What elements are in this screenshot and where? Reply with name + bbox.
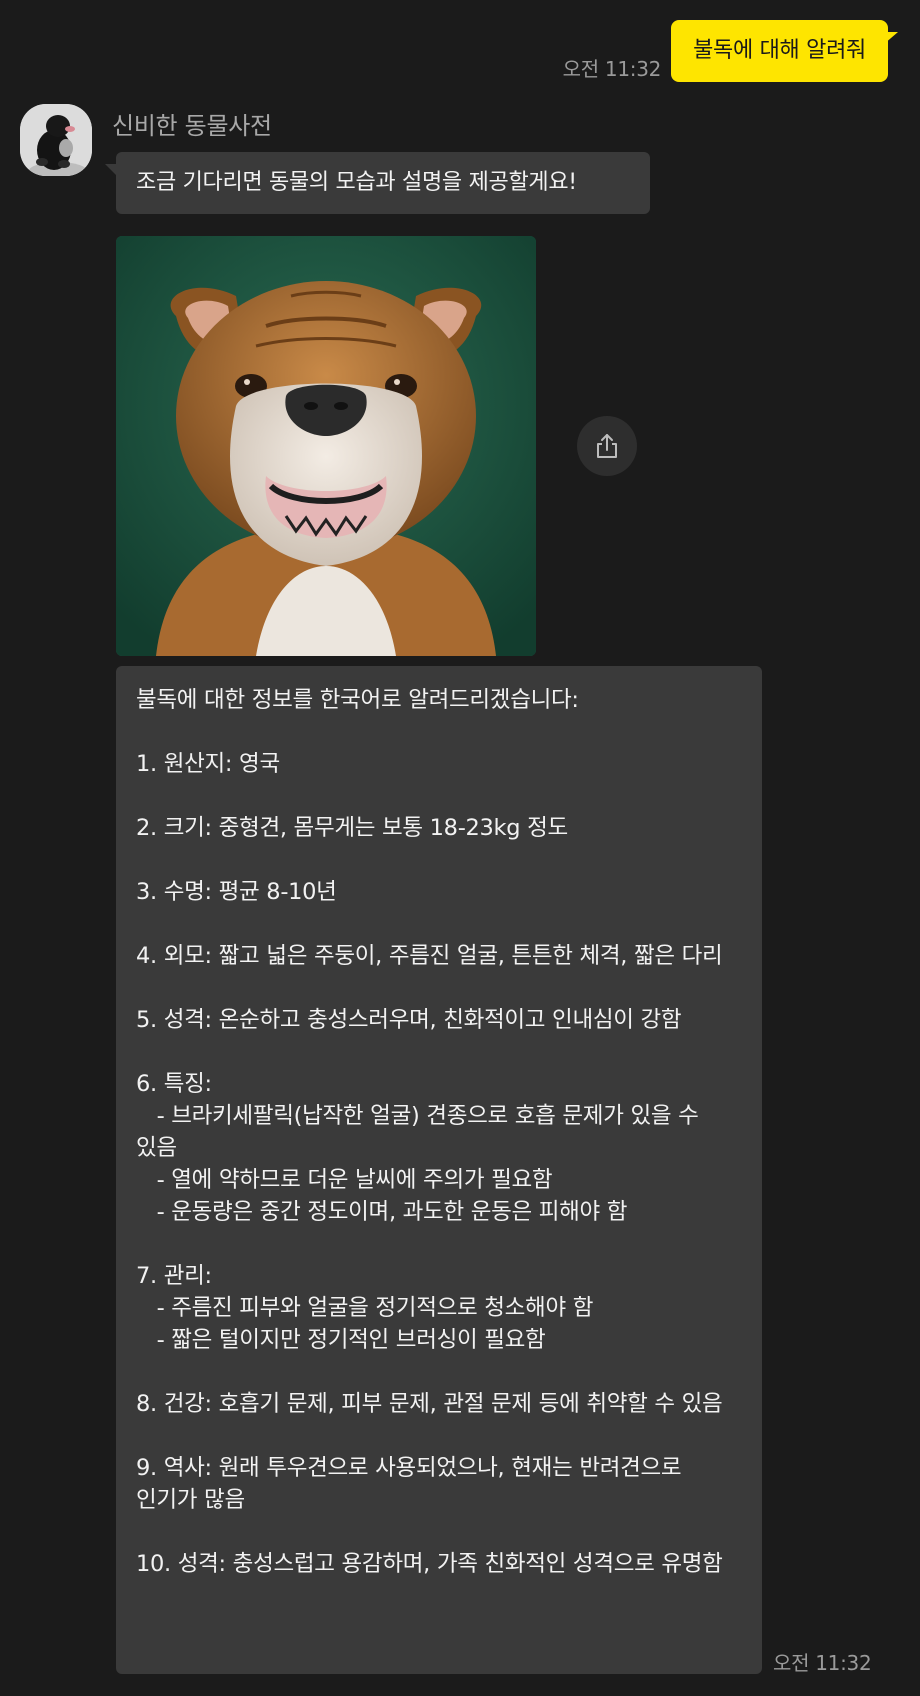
outgoing-timestamp: 오전 11:32: [562, 57, 662, 81]
share-icon: [597, 434, 617, 458]
info-line: - 운동량은 중간 정도이며, 과도한 운동은 피해야 함: [136, 1199, 628, 1225]
mole-avatar-icon[interactable]: [20, 104, 92, 176]
info-line: 8. 건강: 호흡기 문제, 피부 문제, 관절 문제 등에 취약할 수 있음: [136, 1391, 723, 1417]
info-line: - 주름진 피부와 얼굴을 정기적으로 청소해야 함: [136, 1295, 594, 1321]
info-line: 2. 크기: 중형견, 몸무게는 보통 18-23kg 정도: [136, 815, 568, 841]
info-line: - 열에 약하므로 더운 날씨에 주의가 필요함: [136, 1167, 553, 1193]
share-button[interactable]: [577, 416, 637, 476]
info-line: 10. 성격: 충성스럽고 용감하며, 가족 친화적인 성격으로 유명함: [136, 1551, 723, 1577]
outgoing-message-row: 오전 11:32 불독에 대해 알려줘: [562, 20, 898, 82]
info-line: 불독에 대한 정보를 한국어로 알려드리겠습니다:: [136, 687, 579, 713]
info-line: - 짧은 털이지만 정기적인 브러싱이 필요함: [136, 1327, 546, 1353]
outgoing-message-bubble[interactable]: 불독에 대해 알려줘: [671, 20, 898, 82]
incoming-timestamp: 오전 11:32: [773, 1651, 872, 1675]
info-line: 7. 관리:: [136, 1263, 212, 1289]
greeting-message-bubble[interactable]: 조금 기다리면 동물의 모습과 설명을 제공할게요!: [105, 152, 650, 214]
info-line: 4. 외모: 짧고 넓은 주둥이, 주름진 얼굴, 튼튼한 체격, 짧은 다리: [136, 943, 723, 969]
bulldog-info-message-bubble[interactable]: 불독에 대한 정보를 한국어로 알려드리겠습니다: 1. 원산지: 영국 2. 크기…: [116, 666, 762, 1674]
sender-name: 신비한 동물사전: [112, 112, 272, 140]
bulldog-photo[interactable]: [116, 236, 536, 656]
info-line: 5. 성격: 온순하고 충성스러우며, 친화적이고 인내심이 강함: [136, 1007, 682, 1033]
chat-screen: 오전 11:32 불독에 대해 알려줘 신비한 동물사전 조금 기다리면 동물의…: [0, 0, 920, 1696]
info-line: - 브라키세팔릭(납작한 얼굴) 견종으로 호흡 문제가 있을 수 있음: [136, 1103, 706, 1161]
info-line: 9. 역사: 원래 투우견으로 사용되었으나, 현재는 반려견으로 인기가 많음: [136, 1455, 689, 1513]
info-line: 6. 특징:: [136, 1071, 212, 1097]
info-line: 3. 수명: 평균 8-10년: [136, 879, 337, 905]
info-line: 1. 원산지: 영국: [136, 751, 280, 777]
